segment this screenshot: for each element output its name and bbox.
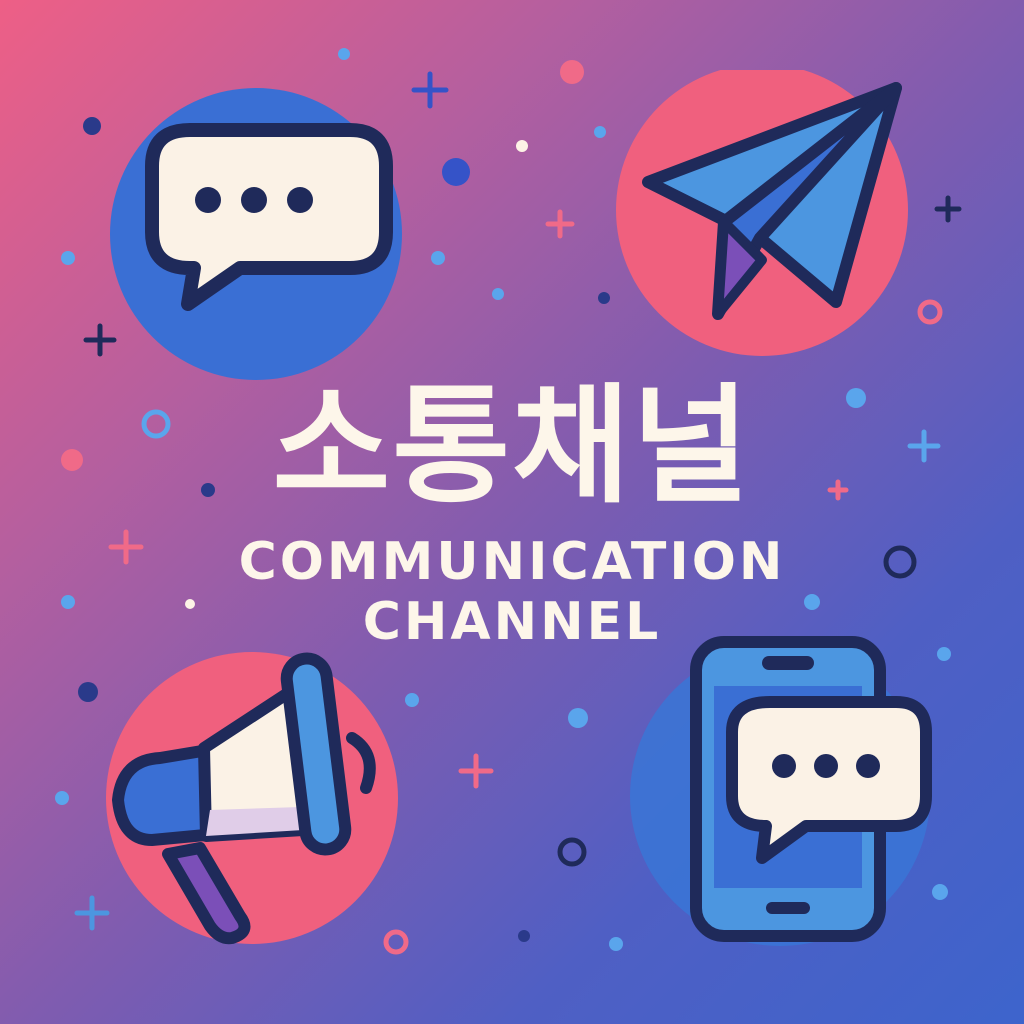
english-title-line1: COMMUNICATION [238, 532, 786, 592]
korean-title: 소통채널 [272, 372, 752, 521]
mobile-chat-icon [630, 636, 932, 946]
poster-canvas: 소통채널 COMMUNICATION CHANNEL [0, 0, 1024, 1024]
megaphone-icon [106, 652, 398, 945]
paper-plane-icon [616, 70, 908, 356]
chat-bubble-icon [110, 88, 402, 380]
english-title-line2: CHANNEL [362, 592, 662, 652]
